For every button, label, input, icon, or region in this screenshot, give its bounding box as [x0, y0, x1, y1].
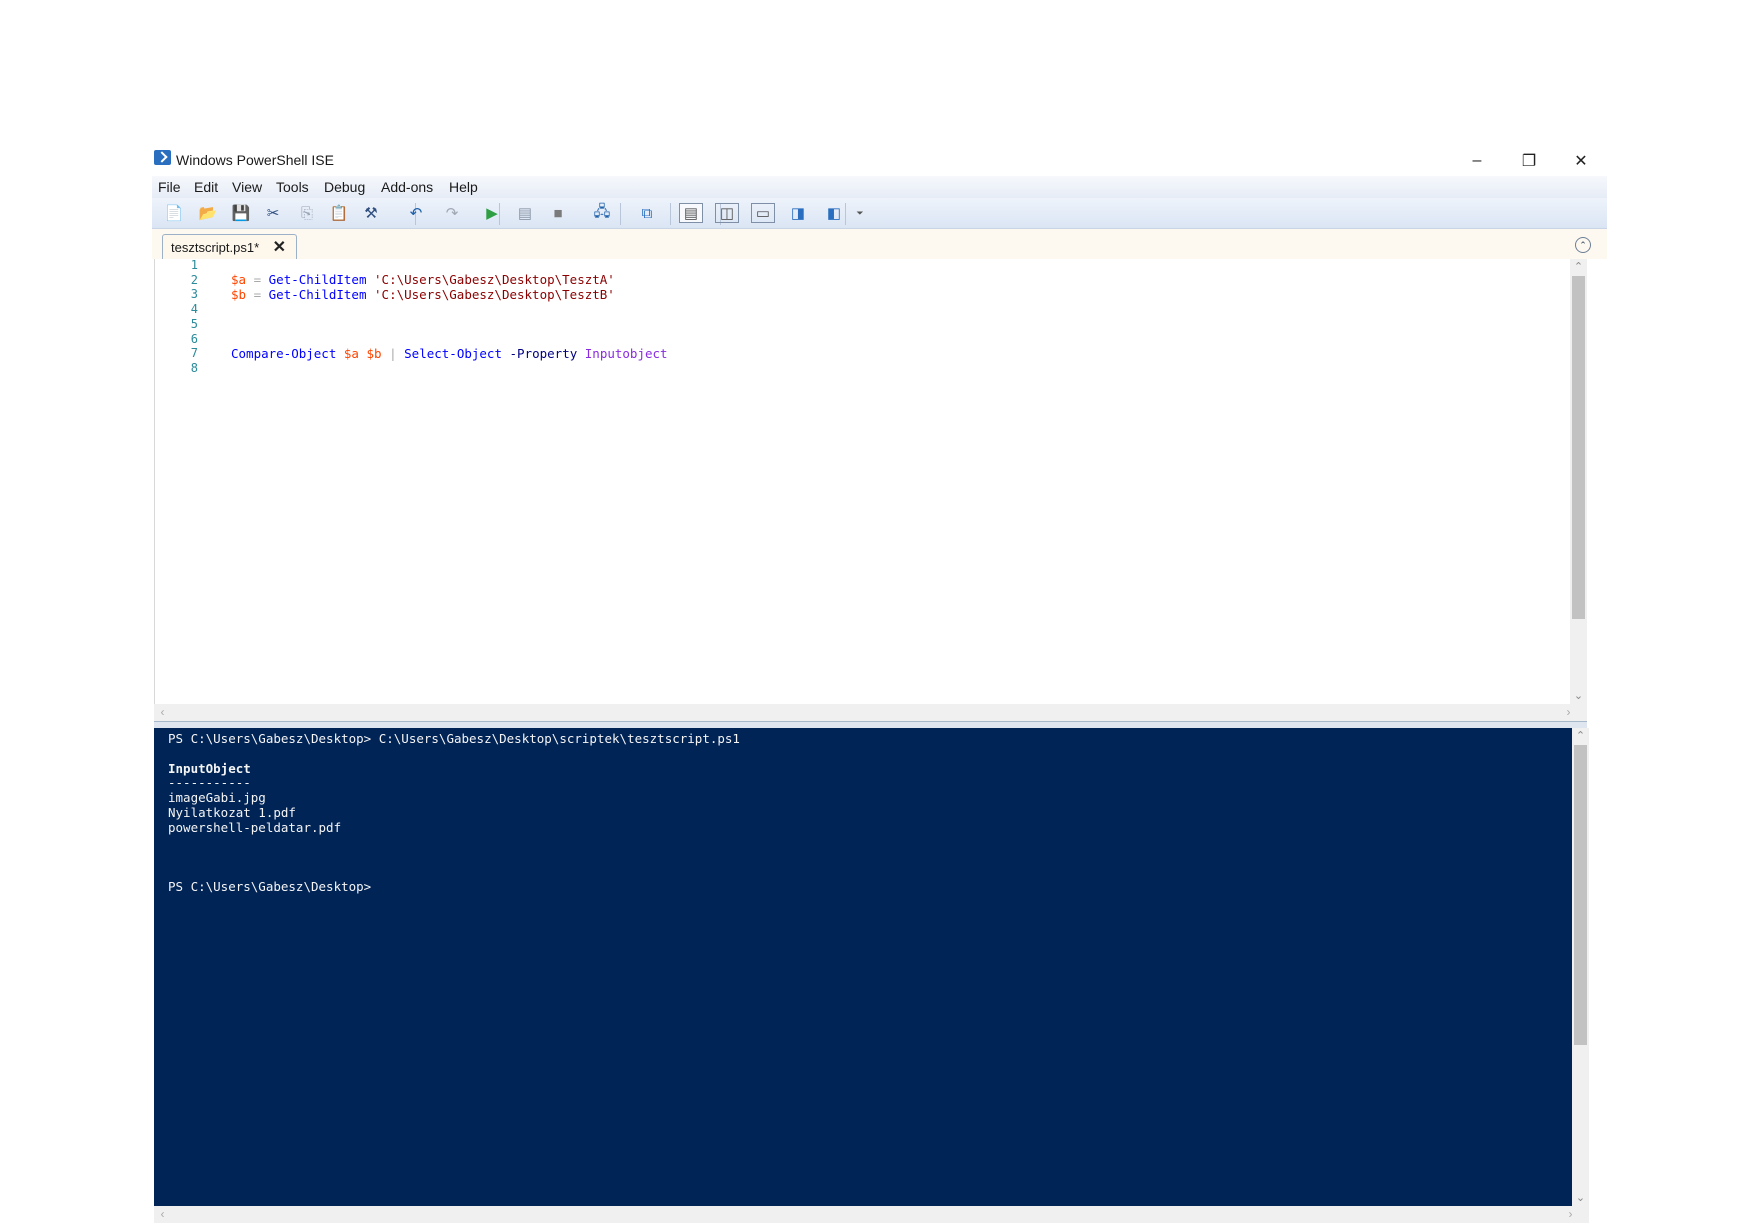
cut-icon[interactable]: ✂: [263, 203, 283, 223]
code-line-7: Compare-Object $a $b | Select-Object -Pr…: [231, 346, 668, 361]
scroll-up-icon[interactable]: ⌃: [1572, 728, 1589, 744]
powershell-app-icon: [154, 150, 171, 165]
paste-icon[interactable]: 📋: [329, 203, 349, 223]
code-command: Select-Object: [404, 346, 502, 361]
scroll-right-icon[interactable]: ›: [1560, 704, 1577, 721]
code-command: Get-ChildItem: [268, 287, 367, 302]
code-parameter: -Property: [509, 346, 578, 361]
show-script-pane-right-icon[interactable]: ◫: [715, 203, 739, 223]
remote-powershell-icon[interactable]: 🖧: [592, 203, 612, 223]
editor-scroll-thumb[interactable]: [1572, 276, 1585, 619]
code-string: 'C:\Users\Gabesz\Desktop\TesztB': [374, 287, 615, 302]
console-line: PS C:\Users\Gabesz\Desktop>: [168, 879, 372, 894]
toolbar-overflow-icon[interactable]: ⏷: [850, 203, 870, 223]
code-string: 'C:\Users\Gabesz\Desktop\TesztA': [374, 272, 615, 287]
line-number-gutter: 12345678: [155, 258, 200, 704]
script-editor[interactable]: 12345678 $a = Get-ChildItem 'C:\Users\Ga…: [154, 258, 1588, 704]
scroll-down-icon[interactable]: ⌄: [1572, 1190, 1589, 1206]
console-horizontal-scrollbar[interactable]: ‹ ›: [154, 1206, 1589, 1223]
close-button[interactable]: ✕: [1558, 146, 1604, 176]
tab-tesztscript[interactable]: tesztscript.ps1* ✕: [162, 234, 297, 260]
line-number: 8: [190, 360, 198, 375]
scroll-right-icon[interactable]: ›: [1562, 1206, 1579, 1223]
line-number: 3: [190, 287, 198, 302]
toolbar-separator: [620, 203, 621, 225]
code-operator: |: [389, 346, 397, 361]
clear-console-icon[interactable]: ⚒: [361, 203, 381, 223]
copy-icon[interactable]: ⎘: [297, 203, 317, 223]
console-scroll-thumb[interactable]: [1574, 745, 1587, 1045]
new-script-icon[interactable]: 📄: [164, 203, 184, 223]
code-line-3: $b = Get-ChildItem 'C:\Users\Gabesz\Desk…: [231, 287, 615, 302]
show-command-addon-icon[interactable]: ◧: [824, 203, 844, 223]
title-bar: Windows PowerShell ISE – ❐ ✕: [152, 146, 1607, 176]
powershell-ise-window: Windows PowerShell ISE – ❐ ✕ File Edit V…: [152, 146, 1607, 1226]
code-argument: Inputobject: [584, 346, 668, 361]
code-variable: $b: [366, 346, 382, 361]
code-operator: =: [246, 272, 269, 287]
toolbar-separator: [670, 203, 671, 225]
console-pane[interactable]: PS C:\Users\Gabesz\Desktop> C:\Users\Gab…: [154, 728, 1572, 1206]
scroll-up-icon[interactable]: ⌃: [1570, 259, 1587, 275]
run-script-icon[interactable]: ▶: [482, 203, 502, 223]
collapse-script-pane-icon[interactable]: ⌃: [1575, 237, 1591, 253]
line-number: 2: [190, 272, 198, 287]
undo-icon[interactable]: ↶: [406, 203, 426, 223]
scroll-left-icon[interactable]: ‹: [154, 704, 171, 721]
menu-file[interactable]: File: [158, 179, 181, 195]
window-title: Windows PowerShell ISE: [176, 152, 334, 168]
code-command: Get-ChildItem: [268, 272, 367, 287]
start-powershell-icon[interactable]: ⧉: [637, 203, 657, 223]
code-variable: $a: [343, 346, 359, 361]
minimize-button[interactable]: –: [1454, 146, 1500, 176]
console-line: InputObject: [168, 760, 251, 776]
tab-label: tesztscript.ps1*: [171, 240, 260, 255]
line-number: 5: [190, 316, 198, 331]
menu-edit[interactable]: Edit: [194, 179, 218, 195]
line-number: 1: [190, 258, 198, 272]
console-line: powershell-peldatar.pdf: [168, 819, 342, 835]
code-line-2: $a = Get-ChildItem 'C:\Users\Gabesz\Desk…: [231, 272, 615, 287]
code-command: Compare-Object: [231, 346, 337, 361]
show-script-pane-maximized-icon[interactable]: ▭: [751, 203, 775, 223]
stop-icon[interactable]: ■: [548, 203, 568, 223]
toolbar-separator: [845, 203, 846, 225]
line-number: 6: [190, 331, 198, 346]
editor-horizontal-scrollbar[interactable]: ‹ ›: [154, 704, 1587, 721]
close-tab-icon[interactable]: ✕: [273, 237, 286, 257]
console-line: PS C:\Users\Gabesz\Desktop> C:\Users\Gab…: [168, 731, 740, 746]
console-line: -----------: [168, 775, 251, 791]
menu-help[interactable]: Help: [449, 179, 478, 195]
menu-view[interactable]: View: [232, 179, 262, 195]
code-variable: $a: [231, 272, 247, 287]
open-icon[interactable]: 📂: [198, 203, 218, 223]
console-line: imageGabi.jpg: [168, 790, 266, 806]
console-vertical-scrollbar[interactable]: ⌃ ⌄: [1572, 728, 1589, 1206]
toolbar: 📄 📂 💾 ✂ ⎘ 📋 ⚒ ↶ ↷ ▶ ▤ ■ 🖧 ⧉ ▤ ◫ ▭ ◨ ◧ ⏷: [152, 198, 1607, 229]
menu-tools[interactable]: Tools: [276, 179, 309, 195]
editor-vertical-scrollbar[interactable]: ⌃ ⌄: [1570, 259, 1587, 704]
menu-debug[interactable]: Debug: [324, 179, 365, 195]
menu-add-ons[interactable]: Add-ons: [381, 179, 433, 195]
maximize-button[interactable]: ❐: [1506, 146, 1552, 176]
line-number: 4: [190, 302, 198, 317]
code-operator: =: [246, 287, 269, 302]
scroll-left-icon[interactable]: ‹: [154, 1206, 171, 1223]
pane-splitter[interactable]: [154, 721, 1587, 728]
save-icon[interactable]: 💾: [231, 203, 251, 223]
line-number: 7: [190, 346, 198, 361]
show-script-pane-top-icon[interactable]: ▤: [679, 203, 703, 223]
show-command-window-icon[interactable]: ◨: [788, 203, 808, 223]
code-variable: $b: [231, 287, 247, 302]
scroll-down-icon[interactable]: ⌄: [1570, 688, 1587, 704]
console-line: Nyilatkozat 1.pdf: [168, 805, 296, 820]
script-tab-strip: tesztscript.ps1* ✕ ⌃: [152, 229, 1607, 260]
redo-icon[interactable]: ↷: [442, 203, 462, 223]
menu-bar: File Edit View Tools Debug Add-ons Help: [152, 176, 1607, 198]
run-selection-icon[interactable]: ▤: [515, 203, 535, 223]
